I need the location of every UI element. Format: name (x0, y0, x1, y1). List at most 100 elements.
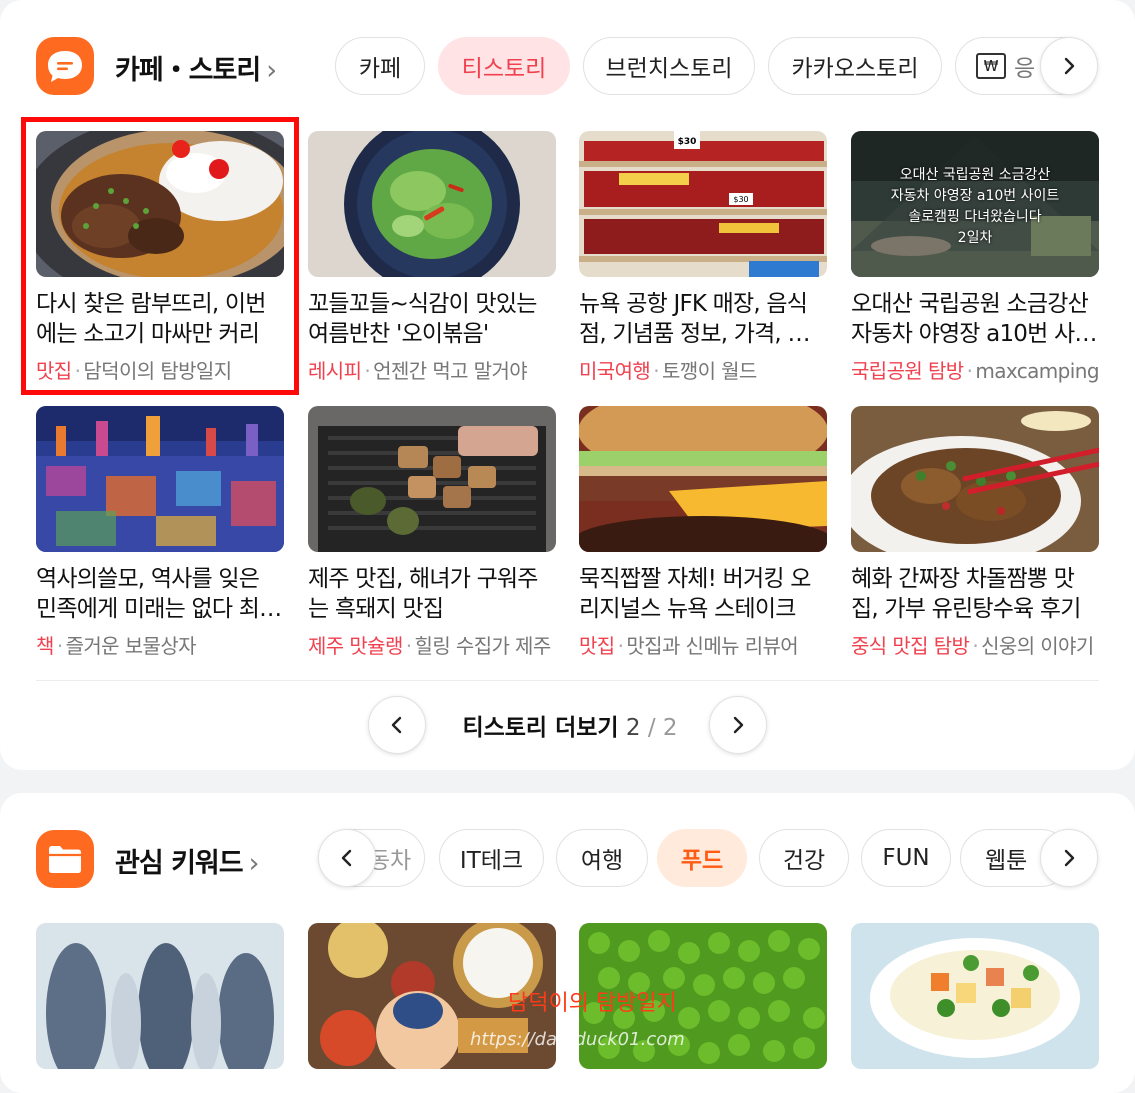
separator-dot: · (405, 634, 412, 658)
pager-more-link[interactable]: 티스토리 더보기 2 / 2 (440, 708, 700, 742)
post-category[interactable]: 국립공원 탐방 (851, 359, 964, 383)
folder-icon (36, 830, 94, 888)
chip-fun[interactable]: FUN (861, 829, 951, 887)
post-tile[interactable]: 묵직짭짤 자체! 버거킹 오리지널스 뉴욕 스테이크 맛집 · 맛집과 신메뉴 리뷰… (579, 406, 827, 659)
thumbnail-salad[interactable] (851, 923, 1099, 1069)
chip-label: 건강 (782, 848, 826, 874)
cafe-story-card: 카페・스토리 › 카페 티스토리 브런치스토리 카카오스토리 ₩ 응 다시 찾은… (0, 0, 1135, 770)
chip-brunch-story[interactable]: 브런치스토리 (583, 37, 755, 95)
post-tile[interactable]: 제주 맛집, 해녀가 구워주는 흑돼지 맛집 제주 맛슐랭 · 힐링 수집가 제주 (308, 406, 556, 659)
thumbnail-grill[interactable] (308, 406, 556, 552)
post-category[interactable]: 맛집 (579, 634, 615, 658)
chip-label: 웹툰 (985, 848, 1028, 874)
chip-food[interactable]: 푸드 (657, 829, 747, 887)
chip-label: IT테크 (459, 848, 524, 874)
thumbnail-overlay-text: 오대산 국립공원 소금강산 자동차 야영장 a10번 사이트 솔로캠핑 다녀왔습… (851, 165, 1099, 249)
post-title[interactable]: 꼬들꼬들~식감이 맛있는 여름반찬 '오이볶음' (308, 289, 556, 349)
chip-kakao-story[interactable]: 카카오스토리 (768, 37, 942, 95)
chevron-right-icon (1064, 57, 1075, 75)
chips-next-button[interactable] (1040, 37, 1098, 95)
post-title[interactable]: 뉴욕 공항 JFK 매장, 음식점, 기념품 정보, 가격, 쇼핑 (579, 289, 827, 349)
separator-dot: · (966, 359, 973, 383)
separator-dot: · (972, 634, 979, 658)
post-source[interactable]: 맛집과 신메뉴 리뷰어 (626, 634, 798, 658)
post-title[interactable]: 역사의쓸모, 역사를 잊은 민족에게 미래는 없다 최태성 (36, 564, 284, 624)
post-tile[interactable] (36, 923, 284, 1069)
post-source[interactable]: 힐링 수집가 제주 (415, 634, 552, 658)
post-meta: 제주 맛슐랭 · 힐링 수집가 제주 (308, 630, 556, 659)
chip-tistory[interactable]: 티스토리 (438, 37, 570, 95)
section-title[interactable]: 관심 키워드 › (115, 841, 259, 880)
category-chip-bar: 카페 티스토리 브런치스토리 카카오스토리 ₩ 응 (335, 37, 1100, 99)
separator-dot: · (617, 634, 624, 658)
chip-label: 카페 (358, 56, 402, 82)
separator-dot: · (56, 634, 63, 658)
post-category[interactable]: 미국여행 (579, 359, 651, 383)
pager-separator: / (647, 715, 656, 741)
post-category[interactable]: 제주 맛슐랭 (308, 634, 403, 658)
section-title-label: 관심 키워드 (115, 848, 244, 879)
thumbnail-jfk-shop[interactable]: $30 $30 (579, 131, 827, 277)
interest-keyword-card: 관심 키워드 › 동차 IT테크 여행 푸드 건강 FUN 웹툰 담덕이의 탐방… (0, 793, 1135, 1093)
chip-cafe[interactable]: 카페 (335, 37, 425, 95)
overlay-line: 솔로캠핑 다녀왔습니다 (908, 209, 1042, 225)
won-icon: ₩ (976, 53, 1006, 79)
section-title-label: 카페・스토리 (115, 55, 261, 86)
chip-label: 카카오스토리 (791, 56, 919, 82)
chip-travel[interactable]: 여행 (556, 829, 648, 887)
section-title[interactable]: 카페・스토리 › (115, 48, 277, 87)
post-title[interactable]: 묵직짭짤 자체! 버거킹 오리지널스 뉴욕 스테이크 (579, 564, 827, 624)
pager-next-button[interactable] (709, 696, 767, 754)
post-meta: 미국여행 · 토깽이 월드 (579, 355, 827, 384)
thumbnail-cucumber[interactable] (308, 131, 556, 277)
post-meta: 국립공원 탐방 · maxcamping (851, 355, 1099, 384)
highlight-box (21, 117, 299, 395)
price-tag: $30 (678, 137, 697, 147)
chips-prev-button[interactable] (318, 829, 376, 887)
post-category[interactable]: 레시피 (308, 359, 362, 383)
chevron-right-icon (1064, 849, 1075, 867)
post-source[interactable]: 신웅의 이야기 (981, 634, 1094, 658)
post-source[interactable]: 토깽이 월드 (662, 359, 757, 383)
chip-label: 여행 (580, 848, 624, 874)
overlay-line: 2일차 (957, 230, 993, 246)
pager-total: 2 (662, 715, 678, 741)
thumbnail-burger[interactable] (579, 406, 827, 552)
thumbnail-city-painting[interactable] (36, 406, 284, 552)
watermark-url: https://damduck01.com (470, 1029, 685, 1050)
post-tile[interactable]: 오대산 국립공원 소금강산 자동차 야영장 a10번 사이트 솔로캠핑 다녀왔습… (851, 131, 1099, 384)
post-tile[interactable] (851, 923, 1099, 1069)
post-source[interactable]: 즐거운 보물상자 (66, 634, 197, 658)
chips-next-button[interactable] (1040, 829, 1098, 887)
chip-label: 푸드 (680, 848, 724, 874)
post-category[interactable]: 중식 맛집 탐방 (851, 634, 970, 658)
post-meta: 중식 맛집 탐방 · 신웅의 이야기 (851, 630, 1099, 659)
chat-bubble-icon (36, 37, 94, 95)
post-tile[interactable]: $30 $30 뉴욕 공항 JFK 매장, 음식점, 기념품 정보, 가격, 쇼… (579, 131, 827, 384)
thumbnail-mackerel[interactable] (36, 923, 284, 1069)
post-tile[interactable]: 혜화 간짜장 차돌짬뽕 맛집, 가부 유린탕수육 후기 중식 맛집 탐방 · 신웅의… (851, 406, 1099, 659)
post-title[interactable]: 혜화 간짜장 차돌짬뽕 맛집, 가부 유린탕수육 후기 (851, 564, 1099, 624)
separator-dot: · (364, 359, 371, 383)
post-category[interactable]: 책 (36, 634, 54, 658)
chevron-left-icon (391, 716, 402, 734)
chevron-right-icon (733, 716, 744, 734)
post-source[interactable]: 언젠간 먹고 말거야 (373, 359, 528, 383)
post-title[interactable]: 오대산 국립공원 소금강산 자동차 야영장 a10번 사이트 (851, 289, 1099, 349)
watermark-title: 담덕이의 탐방일지 (508, 991, 677, 1016)
chip-health[interactable]: 건강 (759, 829, 849, 887)
post-tile[interactable]: 꼬들꼬들~식감이 맛있는 여름반찬 '오이볶음' 레시피 · 언젠간 먹고 말거야 (308, 131, 556, 384)
pager-current: 2 (625, 715, 641, 741)
post-tile[interactable]: 역사의쓸모, 역사를 잊은 민족에게 미래는 없다 최태성 책·즐거운 보물상자 (36, 406, 284, 659)
chevron-right-icon: › (266, 55, 277, 86)
thumbnail-camping[interactable]: 오대산 국립공원 소금강산 자동차 야영장 a10번 사이트 솔로캠핑 다녀왔습… (851, 131, 1099, 277)
post-title[interactable]: 제주 맛집, 해녀가 구워주는 흑돼지 맛집 (308, 564, 556, 624)
post-source[interactable]: maxcamping (975, 359, 1099, 383)
thumbnail-tangsuyuk[interactable] (851, 406, 1099, 552)
post-meta: 레시피 · 언젠간 먹고 말거야 (308, 355, 556, 384)
separator-dot: · (653, 359, 659, 383)
pager-label: 티스토리 더보기 (462, 715, 619, 741)
chevron-left-icon (341, 849, 352, 867)
pager-prev-button[interactable] (368, 696, 426, 754)
chip-it-tech[interactable]: IT테크 (439, 829, 544, 887)
